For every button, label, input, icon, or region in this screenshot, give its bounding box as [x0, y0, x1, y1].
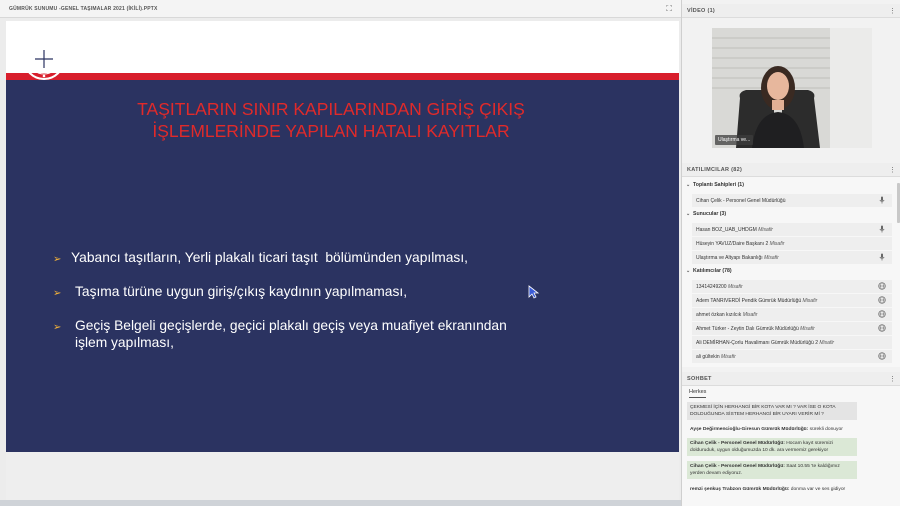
chat-pod-header: SOHBET ⋮	[682, 372, 900, 386]
participant-name: Ahmet Türker - Zeytin Dalı Gümrük Müdürl…	[696, 326, 799, 332]
participant-role: Misafir	[800, 326, 815, 332]
participant-name: Adem TANRIVERDİ Pendik Gümrük Müdürlüğü	[696, 298, 802, 304]
participant-group-attendees[interactable]: ⌄ Katılımcılar (78)	[686, 268, 732, 274]
participant-row[interactable]: Ali DEMİRHAN-Çorlu Havalimanı Gümrük Müd…	[692, 336, 892, 349]
participant-group-presenters[interactable]: ⌄ Sunucular (3)	[686, 211, 726, 217]
chevron-down-icon: ⌄	[686, 268, 691, 274]
group-label: Sunucular (3)	[693, 211, 727, 217]
group-label: Katılımcılar (78)	[693, 268, 732, 274]
video-pod-title: VİDEO (1)	[687, 8, 716, 14]
slide: T.C. ULAŞTIRMA VE ALTYAPI BAKANLIĞI TAŞI…	[6, 21, 679, 501]
pod-menu-icon[interactable]: ⋮	[889, 375, 896, 383]
chat-pod-title: SOHBET	[687, 376, 712, 382]
participant-role: Misafir	[769, 241, 785, 247]
chat-message: remzi şenkuş Trabzon Gümrük Müdürlüğü: d…	[687, 484, 857, 495]
globe-icon	[878, 324, 886, 332]
presentation-header: GÜMRÜK SUNUMU -GENEL TAŞIMALAR 2021 (İKİ…	[0, 0, 681, 18]
participant-row[interactable]: Cihan Çelik - Personel Genel Müdürlüğü	[692, 194, 892, 207]
chat-text: donma var ve ses gidiyor	[789, 487, 846, 492]
ministry-name-line1: T.C. ULAŞTIRMA VE	[72, 45, 172, 57]
participant-role: Misafir	[721, 354, 736, 360]
chat-message: Cihan Çelik - Personel Genel Müdürlüğü: …	[687, 438, 857, 456]
slide-bottom-band	[6, 452, 679, 501]
participant-name: Ali DEMİRHAN-Çorlu Havalimanı Gümrük Müd…	[696, 340, 818, 346]
group-label: Toplantı Sahipleri (1)	[693, 182, 744, 188]
bullet-text: Yabancı taşıtların, Yerli plakalı ticari…	[71, 250, 468, 265]
chevron-down-icon: ⌄	[686, 211, 691, 217]
participant-name: Ulaştırma ve Altyapı Bakanlığı	[696, 255, 763, 261]
participant-name: Cihan Çelik - Personel Genel Müdürlüğü	[696, 198, 786, 204]
bullet-arrow-icon: ➢	[53, 254, 62, 265]
chat-sender: remzi şenkuş Trabzon Gümrük Müdürlüğü:	[690, 487, 790, 492]
participant-row[interactable]: Ulaştırma ve Altyapı Bakanlığı Misafir	[692, 251, 892, 264]
chat-message: ÇEKMESİ İÇİN HERHANGİ BİR KOTA VAR MI ? …	[687, 402, 857, 420]
bullet-arrow-icon: ➢	[53, 322, 62, 333]
chevron-down-icon: ⌄	[686, 182, 691, 188]
ministry-logo-icon	[23, 38, 65, 80]
participant-name: Hasan BOZ_UAB_UHDGM	[696, 227, 757, 233]
bullet-arrow-icon: ➢	[53, 288, 62, 299]
participant-role: Misafir	[764, 255, 779, 261]
chat-area: Herkes ÇEKMESİ İÇİN HERHANGİ BİR KOTA VA…	[682, 386, 900, 506]
globe-icon	[878, 352, 886, 360]
presentation-pane: GÜMRÜK SUNUMU -GENEL TAŞIMALAR 2021 (İKİ…	[0, 0, 681, 506]
chat-message: Cihan Çelik - Personel Genel Müdürlüğü: …	[687, 461, 857, 479]
participant-row[interactable]: ali gültekin Misafir	[692, 350, 892, 363]
chat-text: ÇEKMESİ İÇİN HERHANGİ BİR KOTA VAR MI ? …	[690, 405, 836, 417]
bullet-text: Geçiş Belgeli geçişlerde, geçici plakalı…	[75, 318, 507, 350]
participant-role: Misafir	[727, 284, 743, 290]
chat-sender: Cihan Çelik - Personel Genel Müdürlüğü:	[690, 441, 785, 446]
participant-role: Misafir	[758, 227, 773, 233]
participant-group-hosts[interactable]: ⌄ Toplantı Sahipleri (1)	[686, 182, 744, 188]
ministry-name-line2: ALTYAPI BAKANLIĞI	[72, 57, 177, 69]
bottom-taskbar	[0, 500, 681, 506]
globe-icon	[878, 296, 886, 304]
participant-role: Misafir	[819, 340, 835, 346]
mouse-cursor-icon	[528, 285, 540, 299]
slide-heading-line1: TAŞITLARIN SINIR KAPILARINDAN GİRİŞ ÇIKI…	[137, 99, 525, 119]
participant-name: ahmet özkan kızılcık	[696, 312, 742, 318]
participants-list: ⌄ Toplantı Sahipleri (1) Cihan Çelik - Pe…	[682, 177, 900, 367]
participants-pod-header: KATILIMCILAR (82) ⋮	[682, 163, 900, 177]
participant-row[interactable]: 13414249200 Misafir	[692, 280, 892, 293]
globe-icon	[878, 310, 886, 318]
pod-menu-icon[interactable]: ⋮	[889, 7, 896, 15]
video-feed[interactable]: Ulaştırma ve...	[712, 28, 872, 148]
globe-icon	[878, 282, 886, 290]
participant-role: Misafir	[742, 312, 758, 318]
participants-pod-title: KATILIMCILAR (82)	[687, 167, 743, 173]
participant-row[interactable]: Ahmet Türker - Zeytin Dalı Gümrük Müdürl…	[692, 322, 892, 335]
participant-row[interactable]: Hüseyin YAVUZ/Daire Başkanı 2 Misafir	[692, 237, 892, 250]
participant-name: Hüseyin YAVUZ/Daire Başkanı 2	[696, 241, 769, 247]
fullscreen-icon[interactable]: ⛶	[665, 5, 673, 13]
mic-icon	[879, 253, 885, 261]
chat-text: sürekli donuyor	[808, 427, 843, 432]
video-pod-header: VİDEO (1) ⋮	[682, 4, 900, 18]
participant-name: 13414249200	[696, 284, 727, 290]
presentation-file-title: GÜMRÜK SUNUMU -GENEL TAŞIMALAR 2021 (İKİ…	[9, 6, 158, 12]
participant-row[interactable]: Hasan BOZ_UAB_UHDGM Misafir	[692, 223, 892, 236]
chat-sender: Cihan Çelik - Personel Genel Müdürlüğü:	[690, 464, 785, 469]
video-frame-icon	[712, 28, 872, 148]
participant-row[interactable]: ahmet özkan kızılcık Misafir	[692, 308, 892, 321]
bullet-text: Taşıma türüne uygun giriş/çıkış kaydının…	[75, 284, 408, 299]
slide-red-bar	[6, 73, 679, 80]
participant-row[interactable]: Adem TANRIVERDİ Pendik Gümrük Müdürlüğü …	[692, 294, 892, 307]
slide-heading: TAŞITLARIN SINIR KAPILARINDAN GİRİŞ ÇIKI…	[86, 98, 576, 142]
participant-name: ali gültekin	[696, 354, 720, 360]
chat-tab-everyone[interactable]: Herkes	[689, 389, 707, 398]
mic-icon	[879, 225, 885, 233]
chat-sender: Ayşe Değirmencioğlu-Giresun Gümrük Müdür…	[690, 427, 809, 432]
ministry-name: T.C. ULAŞTIRMA VE ALTYAPI BAKANLIĞI	[72, 45, 176, 69]
video-caption: Ulaştırma ve...	[715, 135, 754, 145]
right-column: VİDEO (1) ⋮ Ulaştırma ve... KATILIMCILAR…	[681, 0, 900, 506]
participant-role: Misafir	[802, 298, 818, 304]
pod-menu-icon[interactable]: ⋮	[889, 166, 896, 174]
chat-message: Ayşe Değirmencioğlu-Giresun Gümrük Müdür…	[687, 424, 857, 435]
slide-heading-line2: İŞLEMLERİNDE YAPILAN HATALI KAYITLAR	[152, 121, 510, 141]
mic-icon	[879, 196, 885, 204]
